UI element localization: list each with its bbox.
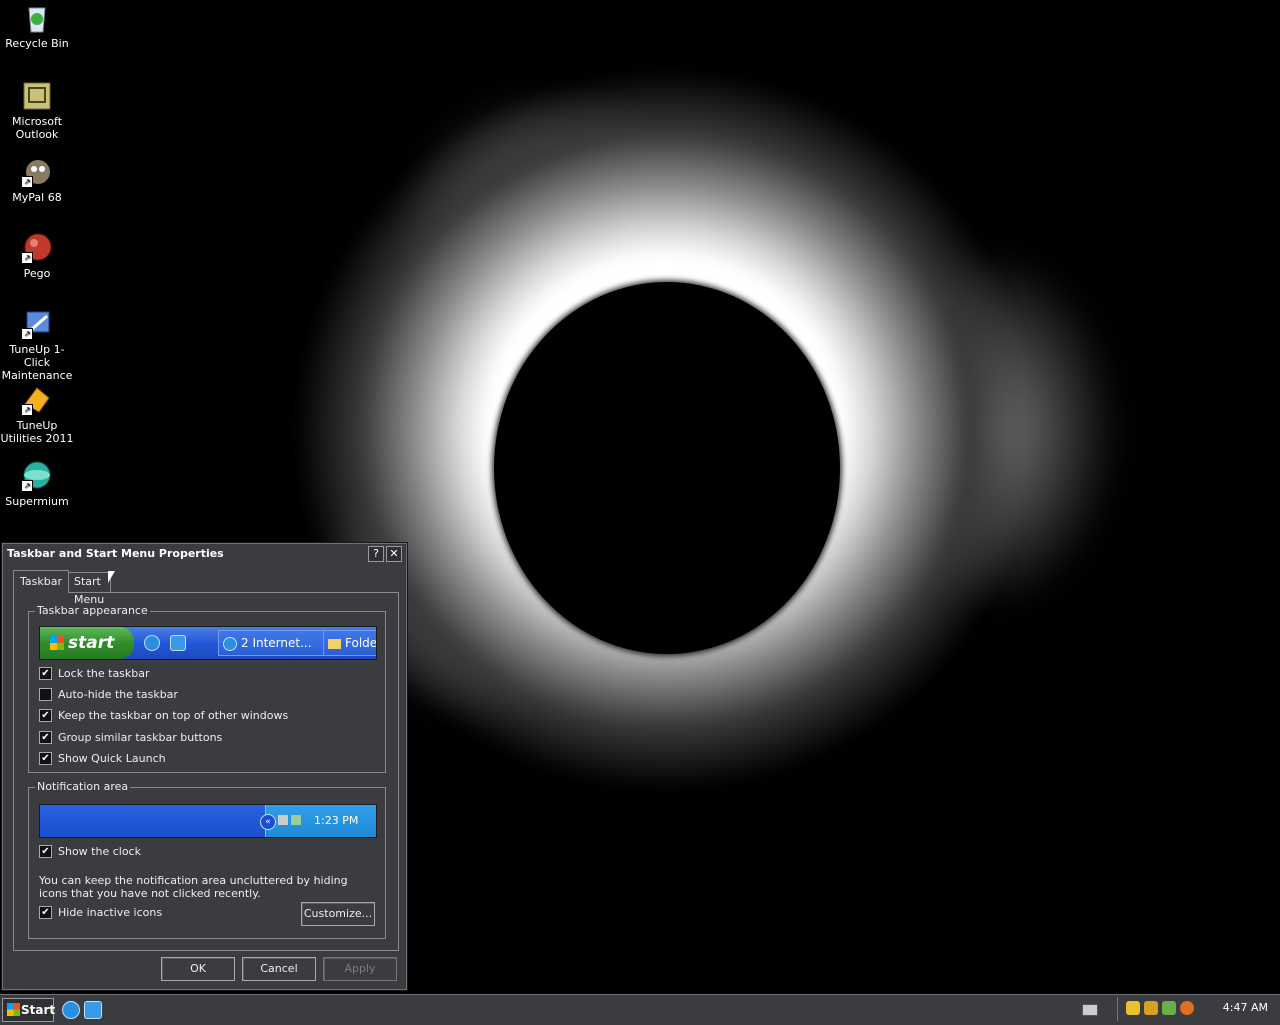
shortcut-arrow-icon: ↗ — [21, 328, 33, 340]
shortcut-arrow-icon: ↗ — [21, 480, 33, 492]
desktop-icon-label: MyPal 68 — [12, 191, 62, 204]
search-icon[interactable] — [1180, 1001, 1194, 1015]
recycle-bin-icon — [21, 2, 53, 34]
preview-task-button: 2 Internet... — [218, 630, 324, 656]
taskbar: Start 4:47 AM — [0, 994, 1280, 1025]
group-buttons-checkbox[interactable]: ✔ — [39, 730, 52, 744]
chevron-left-icon: « — [260, 814, 276, 830]
preview-start-label: start — [68, 633, 115, 653]
lock-taskbar-checkbox[interactable]: ✔ — [39, 666, 52, 680]
start-button[interactable]: Start — [2, 998, 56, 1022]
desktop-icon-pego[interactable]: ↗ Pego — [0, 232, 74, 280]
ie-icon — [223, 636, 237, 651]
eclipse-moon — [494, 282, 840, 654]
shortcut-arrow-icon: ↗ — [21, 404, 33, 416]
tab-start-menu[interactable]: Start Menu — [67, 572, 112, 606]
outlook-icon — [21, 80, 53, 112]
desktop-icon-label: Pego — [23, 267, 51, 280]
apply-button[interactable]: Apply — [323, 957, 397, 981]
group-buttons-option[interactable]: ✔ Group similar taskbar buttons — [39, 730, 222, 746]
network-icon[interactable] — [1162, 1001, 1176, 1015]
desktop-icon-mypal[interactable]: ↗ MyPal 68 — [0, 156, 74, 204]
taskbar-properties-dialog: Taskbar and Start Menu Properties ? ✕ Ta… — [2, 543, 407, 990]
desktop-icon-microsoft-outlook[interactable]: Microsoft Outlook — [0, 80, 74, 141]
mouse-cursor-icon — [108, 571, 115, 583]
shortcut-arrow-icon: ↗ — [21, 252, 33, 264]
keep-on-top-checkbox[interactable]: ✔ — [39, 708, 52, 722]
quick-launch-icon — [170, 635, 186, 651]
keep-on-top-option[interactable]: ✔ Keep the taskbar on top of other window… — [39, 708, 288, 724]
dialog-titlebar[interactable]: Taskbar and Start Menu Properties ? ✕ — [3, 544, 406, 564]
hide-inactive-option[interactable]: ✔ Hide inactive icons — [39, 905, 162, 921]
mypal-icon: ↗ — [21, 156, 53, 188]
desktop-icon-tuneup-utilities[interactable]: ↗ TuneUp Utilities 2011 — [0, 384, 74, 445]
taskbar-preview: start 2 Internet... Folde — [39, 626, 377, 660]
taskbar-tab-panel: Taskbar appearance start 2 Internet... F… — [13, 592, 399, 951]
cancel-button[interactable]: Cancel — [242, 957, 316, 981]
ok-button[interactable]: OK — [161, 957, 235, 981]
quick-launch-icon[interactable] — [84, 1001, 102, 1019]
lock-taskbar-option[interactable]: ✔ Lock the taskbar — [39, 666, 150, 682]
start-label: Start — [21, 1003, 56, 1017]
desktop-icon-label: Microsoft Outlook — [11, 115, 63, 141]
tuneup-maintenance-icon: ↗ — [21, 308, 53, 340]
taskbar-appearance-group: Taskbar appearance start 2 Internet... F… — [28, 604, 386, 773]
tab-taskbar[interactable]: Taskbar — [13, 570, 69, 593]
internet-explorer-icon[interactable] — [62, 1001, 80, 1019]
network-icon — [278, 815, 288, 825]
pego-icon: ↗ — [21, 232, 53, 264]
dialog-title: Taskbar and Start Menu Properties — [7, 547, 224, 560]
tuneup-utilities-icon: ↗ — [21, 384, 53, 416]
windows-logo-icon — [50, 636, 64, 650]
notification-description: You can keep the notification area unclu… — [39, 874, 348, 900]
windows-logo-icon — [7, 1003, 20, 1016]
desktop-icon-label: TuneUp Utilities 2011 — [0, 419, 74, 445]
desktop-icon-label: Recycle Bin — [5, 37, 69, 50]
desktop-icon-recycle-bin[interactable]: Recycle Bin — [0, 2, 74, 50]
quick-launch-option[interactable]: ✔ Show Quick Launch — [39, 751, 166, 767]
group-label: Taskbar appearance — [35, 604, 150, 617]
supermium-icon: ↗ — [21, 460, 53, 492]
auto-hide-option[interactable]: Auto-hide the taskbar — [39, 687, 178, 703]
auto-hide-checkbox[interactable] — [39, 687, 52, 701]
customize-button[interactable]: Customize... — [301, 902, 375, 926]
system-tray: 4:47 AM — [1082, 997, 1280, 1021]
preview-tray: « 1:23 PM — [260, 805, 376, 837]
ie-icon — [144, 635, 160, 651]
group-label: Notification area — [35, 780, 131, 793]
keyboard-icon[interactable] — [1082, 1004, 1098, 1016]
preview-start-button: start — [40, 627, 134, 659]
users-icon[interactable] — [1144, 1001, 1158, 1015]
taskbar-clock[interactable]: 4:47 AM — [1223, 1001, 1268, 1014]
notification-area-group: Notification area « 1:23 PM ✔ Show the cl… — [28, 780, 386, 939]
security-shield-icon[interactable] — [1126, 1001, 1140, 1015]
preview-clock: 1:23 PM — [314, 814, 359, 827]
desktop-icon-supermium[interactable]: ↗ Supermium — [0, 460, 74, 508]
shortcut-arrow-icon: ↗ — [21, 176, 33, 188]
folder-icon — [328, 638, 341, 649]
desktop-icon-tuneup-maintenance[interactable]: ↗ TuneUp 1-Click Maintenance — [0, 308, 74, 382]
preview-task-button: Folde — [323, 630, 376, 656]
help-button[interactable]: ? — [368, 546, 384, 562]
show-clock-option[interactable]: ✔ Show the clock — [39, 844, 141, 860]
quick-launch-checkbox[interactable]: ✔ — [39, 751, 52, 765]
hide-inactive-checkbox[interactable]: ✔ — [39, 905, 52, 919]
show-clock-checkbox[interactable]: ✔ — [39, 844, 52, 858]
desktop-icon-label: Supermium — [5, 495, 69, 508]
notification-preview: « 1:23 PM — [39, 804, 377, 838]
desktop-icon-label: TuneUp 1-Click Maintenance — [1, 343, 73, 382]
tray-app-icon — [291, 815, 301, 825]
close-button[interactable]: ✕ — [386, 546, 402, 562]
